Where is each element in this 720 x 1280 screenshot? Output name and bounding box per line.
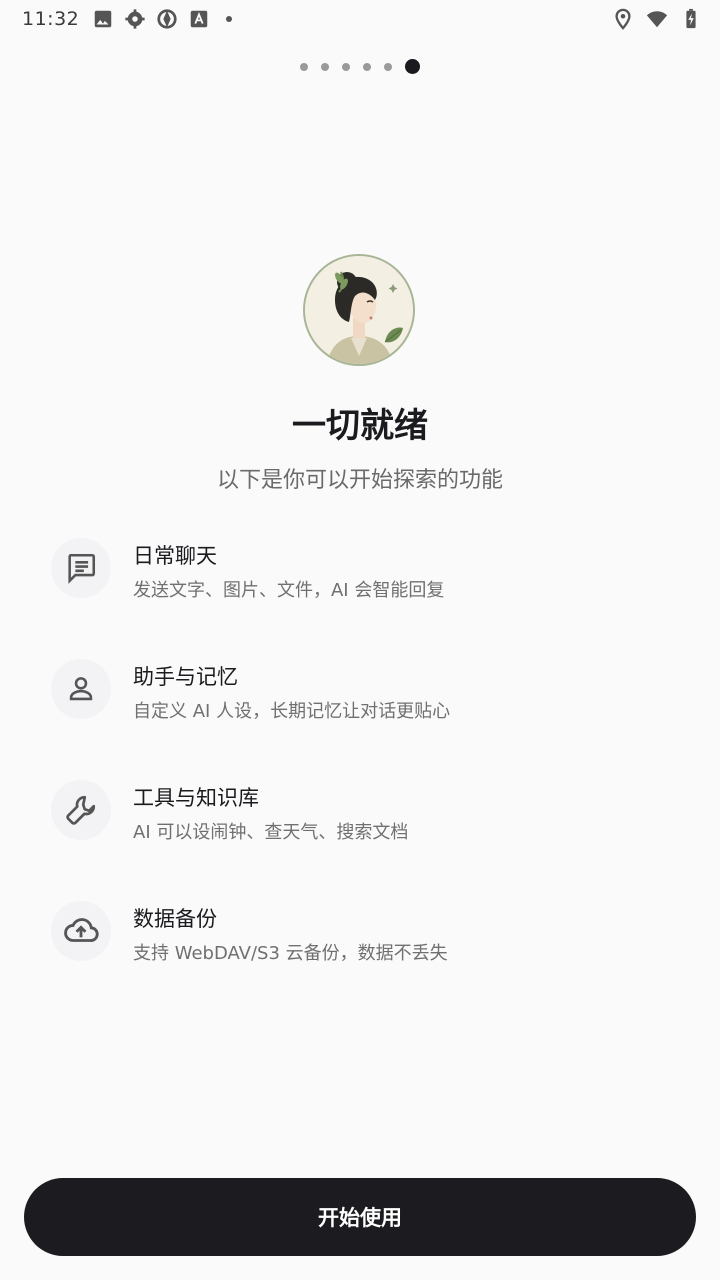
battery-charging-icon bbox=[686, 8, 696, 29]
feature-description: 支持 WebDAV/S3 云备份，数据不丢失 bbox=[133, 943, 448, 964]
onboarding-screen: 11:32 一切就绪 以下是你可以开始探索的功能 日常聊天 发送文字、图片、文件… bbox=[0, 0, 720, 1280]
feature-title: 数据备份 bbox=[133, 907, 217, 931]
feature-title: 助手与记忆 bbox=[133, 665, 238, 689]
page-title: 一切就绪 bbox=[292, 406, 428, 446]
page-dot bbox=[363, 62, 371, 71]
status-time: 11:32 bbox=[22, 8, 80, 30]
location-icon bbox=[615, 8, 631, 30]
feature-icon-container bbox=[51, 901, 111, 961]
start-button[interactable]: 开始使用 bbox=[24, 1178, 696, 1256]
vpn-icon bbox=[157, 9, 177, 29]
feature-description: 自定义 AI 人设，长期记忆让对话更贴心 bbox=[133, 701, 451, 722]
cloud-upload-icon bbox=[64, 918, 99, 942]
person-icon bbox=[69, 677, 93, 701]
page-dot bbox=[300, 62, 308, 71]
page-dot bbox=[384, 62, 392, 71]
feature-item-backup: 数据备份 支持 WebDAV/S3 云备份，数据不丢失 bbox=[0, 901, 720, 981]
feature-title: 日常聊天 bbox=[133, 544, 217, 568]
wrench-icon bbox=[66, 795, 96, 825]
feature-description: 发送文字、图片、文件，AI 会智能回复 bbox=[133, 580, 445, 601]
page-subtitle: 以下是你可以开始探索的功能 bbox=[216, 468, 503, 493]
settings-icon bbox=[125, 9, 145, 29]
feature-icon-container bbox=[51, 780, 111, 840]
feature-item-tools: 工具与知识库 AI 可以设闹钟、查天气、搜索文档 bbox=[0, 780, 720, 860]
status-bar: 11:32 bbox=[0, 0, 720, 38]
feature-icon-container bbox=[51, 659, 111, 719]
assistant-avatar bbox=[303, 254, 415, 366]
feature-description: AI 可以设闹钟、查天气、搜索文档 bbox=[133, 822, 409, 843]
woman-portrait-illustration bbox=[305, 256, 413, 364]
notification-dot-icon bbox=[226, 16, 232, 22]
font-icon bbox=[190, 10, 208, 28]
page-dot-active bbox=[405, 59, 420, 74]
page-dot bbox=[321, 62, 329, 71]
feature-item-assistant-memory: 助手与记忆 自定义 AI 人设，长期记忆让对话更贴心 bbox=[0, 659, 720, 739]
feature-title: 工具与知识库 bbox=[133, 786, 259, 810]
feature-item-chat: 日常聊天 发送文字、图片、文件，AI 会智能回复 bbox=[0, 538, 720, 618]
chat-icon bbox=[68, 553, 96, 584]
image-icon bbox=[94, 10, 112, 28]
feature-icon-container bbox=[51, 538, 111, 598]
page-indicator bbox=[0, 59, 720, 74]
page-dot bbox=[342, 62, 350, 71]
wifi-icon bbox=[646, 11, 668, 28]
